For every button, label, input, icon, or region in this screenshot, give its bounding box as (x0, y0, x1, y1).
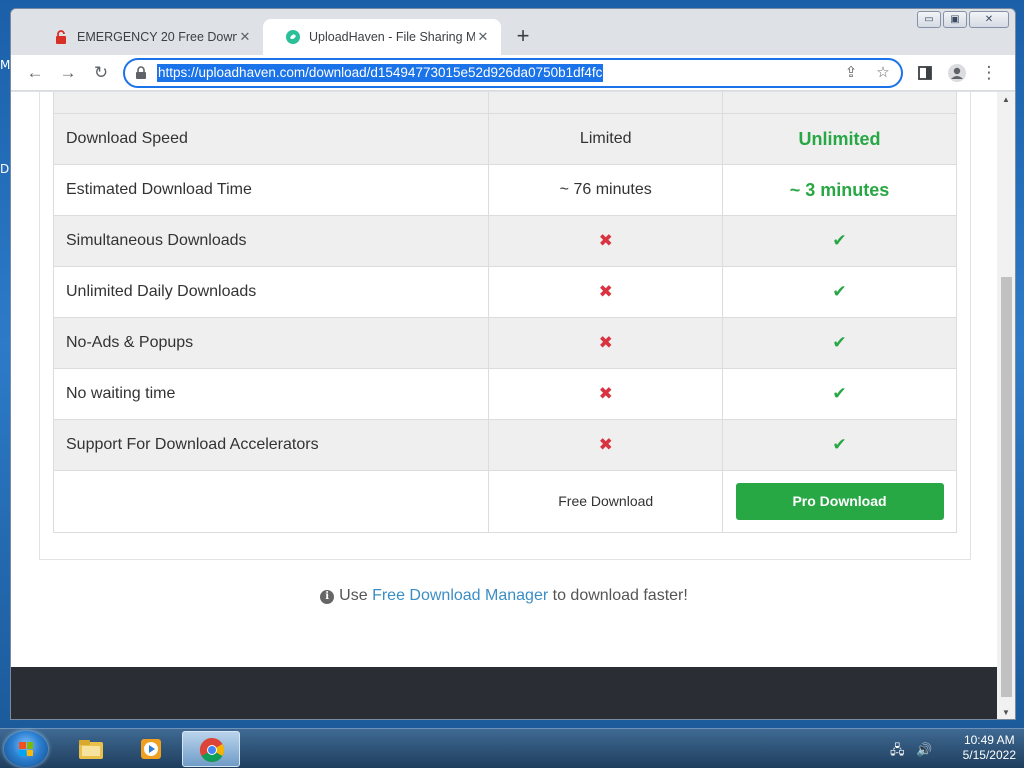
table-row: Download Speed Limited Unlimited (52, 113, 957, 165)
feature-label: No-Ads & Popups (52, 317, 490, 369)
windows-logo-icon (19, 742, 33, 756)
share-icon[interactable]: ⇪ (841, 63, 861, 83)
feature-label: Support For Download Accelerators (52, 419, 490, 471)
feature-label: Unlimited Daily Downloads (52, 266, 490, 318)
scrollbar-thumb[interactable] (1001, 277, 1012, 697)
scroll-up-arrow-icon[interactable]: ▲ (1001, 95, 1011, 105)
browser-window: EMERGENCY 20 Free Download | ✕ UploadHav… (10, 8, 1016, 720)
hint-prefix: Use (339, 587, 368, 604)
forward-arrow-icon[interactable]: → (56, 61, 80, 85)
info-icon: i (320, 590, 335, 604)
close-window-button[interactable]: ✕ (969, 11, 1009, 28)
pro-value: ~ 3 minutes (789, 179, 890, 200)
maximize-button[interactable]: ▣ (943, 11, 967, 28)
free-value: ~ 76 minutes (488, 164, 724, 216)
profile-avatar-icon[interactable] (945, 61, 969, 85)
taskbar-media-player[interactable] (122, 731, 180, 767)
table-row (52, 92, 957, 114)
cross-icon: ✖ (598, 282, 613, 301)
tab-title: EMERGENCY 20 Free Download | (77, 30, 237, 44)
page-footer (11, 667, 997, 719)
check-icon: ✔ (832, 231, 847, 250)
download-manager-hint: i Use Free Download Manager to download f… (11, 587, 997, 605)
system-tray-icons: 🖧 🔊 (890, 741, 932, 763)
url-text[interactable]: https://uploadhaven.com/download/d154947… (157, 64, 604, 82)
table-row: No waiting time ✖ ✔ (52, 368, 957, 420)
system-clock[interactable]: 10:49 AM 5/15/2022 (963, 733, 1016, 765)
tab-close-icon[interactable]: ✕ (475, 29, 491, 45)
hint-suffix: to download faster! (552, 587, 688, 604)
more-menu-icon[interactable]: ⋮ (977, 61, 1001, 85)
bookmark-star-icon[interactable]: ☆ (873, 63, 893, 83)
reload-icon[interactable]: ↻ (89, 61, 113, 85)
tab-title: UploadHaven - File Sharing Mad (309, 30, 475, 44)
tab-uploadhaven[interactable]: UploadHaven - File Sharing Mad ✕ (263, 19, 501, 55)
start-button[interactable] (4, 731, 48, 767)
taskbar-chrome[interactable] (182, 731, 240, 767)
free-value: Limited (488, 113, 724, 165)
network-icon[interactable]: 🖧 (890, 742, 905, 757)
tab-strip: EMERGENCY 20 Free Download | ✕ UploadHav… (11, 9, 1015, 55)
red-lock-icon (53, 29, 69, 45)
scroll-down-arrow-icon[interactable]: ▼ (1001, 708, 1011, 718)
check-icon: ✔ (832, 384, 847, 403)
cross-icon: ✖ (598, 435, 613, 454)
table-row: Unlimited Daily Downloads ✖ ✔ (52, 266, 957, 318)
address-bar[interactable]: https://uploadhaven.com/download/d154947… (123, 58, 903, 88)
side-panel-icon[interactable] (913, 61, 937, 85)
new-tab-button[interactable]: + (511, 25, 535, 49)
clock-time: 10:49 AM (963, 733, 1015, 747)
cross-icon: ✖ (598, 231, 613, 250)
feature-label: Estimated Download Time (52, 164, 490, 216)
back-arrow-icon[interactable]: ← (23, 61, 47, 85)
table-row: Free Download Pro Download (52, 470, 957, 533)
taskbar-explorer[interactable] (62, 731, 120, 767)
check-icon: ✔ (832, 435, 847, 454)
folder-icon (79, 740, 103, 759)
comparison-table: Download Speed Limited Unlimited Estimat… (52, 92, 957, 533)
clock-date: 5/15/2022 (962, 748, 1016, 762)
table-row: No-Ads & Popups ✖ ✔ (52, 317, 957, 369)
feature-label: No waiting time (52, 368, 490, 420)
media-player-icon (141, 739, 161, 759)
chrome-icon (199, 738, 225, 763)
uploadhaven-leaf-icon (285, 29, 301, 45)
pro-download-button[interactable]: Pro Download (735, 483, 944, 520)
browser-toolbar: ← → ↻ https://uploadhaven.com/download/d… (11, 55, 1015, 91)
cross-icon: ✖ (598, 384, 613, 403)
table-row: Simultaneous Downloads ✖ ✔ (52, 215, 957, 267)
window-controls: ▭ ▣ ✕ (917, 11, 1009, 28)
free-download-link[interactable]: Free Download (558, 493, 653, 509)
table-row: Estimated Download Time ~ 76 minutes ~ 3… (52, 164, 957, 216)
tab-close-icon[interactable]: ✕ (237, 29, 253, 45)
free-download-manager-link[interactable]: Free Download Manager (372, 587, 548, 604)
cross-icon: ✖ (598, 333, 613, 352)
windows-taskbar: 🖧 🔊 10:49 AM 5/15/2022 (0, 728, 1024, 768)
check-icon: ✔ (832, 333, 847, 352)
page-viewport: Download Speed Limited Unlimited Estimat… (11, 92, 997, 719)
lock-icon[interactable] (135, 66, 149, 80)
check-icon: ✔ (832, 282, 847, 301)
minimize-button[interactable]: ▭ (917, 11, 941, 28)
volume-icon[interactable]: 🔊 (916, 742, 932, 757)
vertical-scrollbar[interactable]: ▲ ▼ (997, 92, 1015, 719)
tab-emergency-download[interactable]: EMERGENCY 20 Free Download | ✕ (31, 19, 263, 55)
pro-value: Unlimited (798, 128, 881, 149)
feature-label: Download Speed (52, 113, 490, 165)
feature-label: Simultaneous Downloads (52, 215, 490, 267)
table-row: Support For Download Accelerators ✖ ✔ (52, 419, 957, 471)
